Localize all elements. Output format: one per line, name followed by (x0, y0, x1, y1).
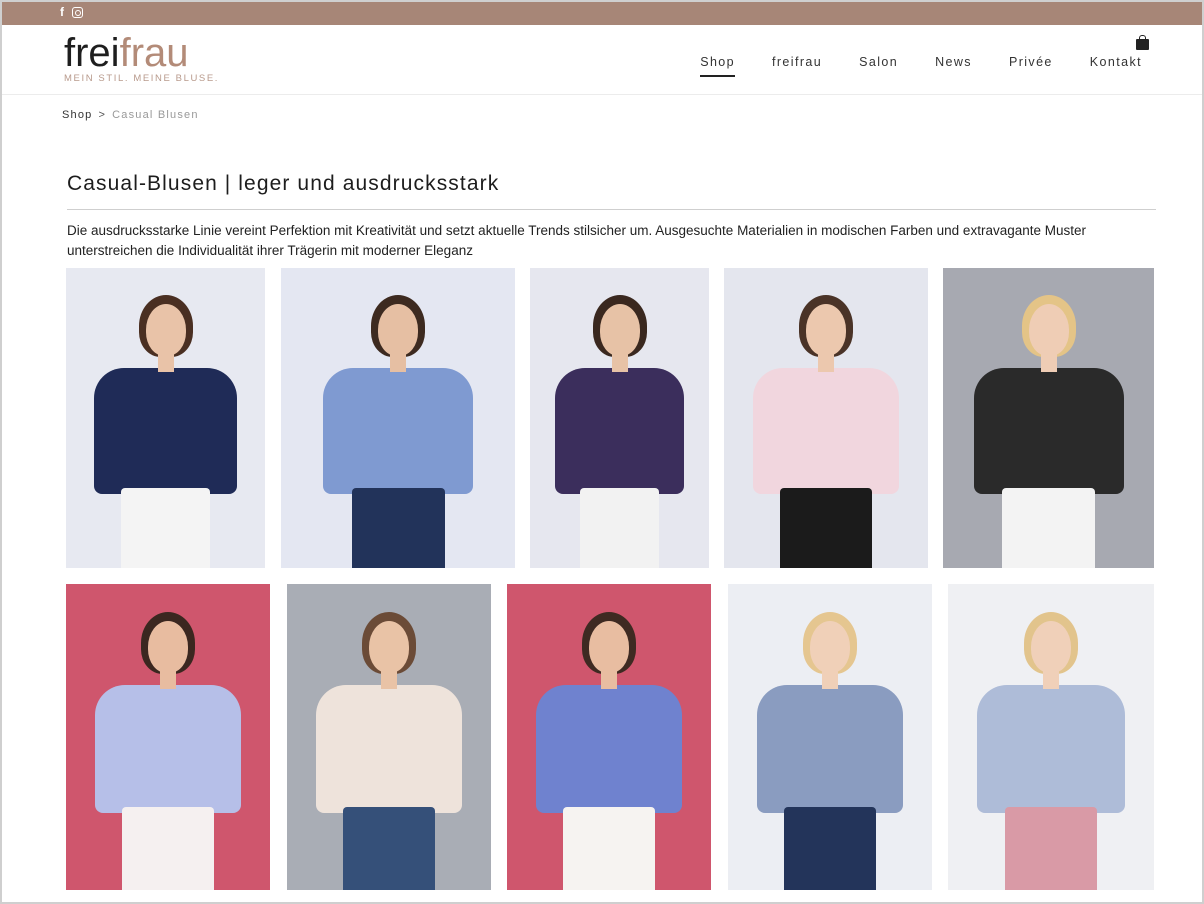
model-head (1031, 620, 1071, 673)
model-blouse (323, 368, 473, 494)
model-head (589, 620, 629, 673)
top-bar: f (2, 2, 1202, 25)
product-image-3[interactable] (530, 268, 709, 568)
model-trousers (563, 807, 655, 890)
model-head (599, 304, 640, 356)
model-trousers (121, 488, 210, 568)
model-trousers (579, 488, 660, 568)
product-image-1[interactable] (66, 268, 265, 568)
model-blouse (973, 368, 1124, 494)
page-intro: Die ausdrucksstarke Linie vereint Perfek… (67, 223, 1086, 258)
product-image-5[interactable] (943, 268, 1154, 568)
model-head (1028, 304, 1069, 356)
nav-item-privee[interactable]: Privée (1009, 55, 1053, 77)
facebook-icon[interactable]: f (60, 5, 64, 19)
model-blouse (555, 368, 684, 494)
model-blouse (93, 368, 238, 494)
model-trousers (780, 488, 872, 568)
model-trousers (1002, 488, 1095, 568)
page-title: Casual-Blusen | leger und ausdrucksstark (67, 172, 500, 195)
title-divider (67, 209, 1156, 210)
logo-tagline: MEIN STIL. MEINE BLUSE. (64, 73, 220, 84)
logo-part2: frau (119, 31, 189, 75)
nav-item-kontakt[interactable]: Kontakt (1090, 55, 1142, 77)
breadcrumb-shop-link[interactable]: Shop (62, 109, 93, 121)
instagram-icon[interactable] (72, 7, 83, 18)
breadcrumb-separator: > (98, 109, 107, 121)
model-trousers (1005, 807, 1097, 890)
breadcrumb-current: Casual Blusen (112, 109, 199, 121)
product-image-4[interactable] (724, 268, 928, 568)
model-blouse (976, 684, 1126, 814)
model-head (810, 620, 850, 673)
model-blouse (94, 684, 242, 814)
model-blouse (752, 368, 900, 494)
model-head (145, 304, 186, 356)
site-header: freifrau MEIN STIL. MEINE BLUSE. Shop fr… (2, 25, 1202, 95)
cart-icon[interactable] (1136, 35, 1149, 50)
product-image-9[interactable] (728, 584, 932, 890)
model-head (378, 304, 418, 356)
product-image-8[interactable] (507, 584, 711, 890)
browser-frame: f freifrau MEIN STIL. MEINE BLUSE. Shop … (0, 0, 1204, 904)
social-links: f (60, 5, 83, 19)
model-head (806, 304, 846, 356)
model-blouse (315, 684, 463, 814)
nav-item-freifrau[interactable]: freifrau (772, 55, 822, 77)
product-image-6[interactable] (66, 584, 270, 890)
model-trousers (122, 807, 214, 890)
logo-part1: frei (64, 31, 120, 75)
nav-item-shop[interactable]: Shop (700, 55, 735, 77)
logo-wordmark: freifrau (64, 33, 219, 73)
model-trousers (343, 807, 435, 890)
main-nav: Shop freifrau Salon News Privée Kontakt (700, 55, 1142, 77)
model-trousers (351, 488, 445, 568)
nav-item-salon[interactable]: Salon (859, 55, 898, 77)
model-head (369, 620, 409, 673)
model-blouse (756, 684, 904, 814)
model-head (148, 620, 188, 673)
product-image-10[interactable] (948, 584, 1154, 890)
nav-item-news[interactable]: News (935, 55, 972, 77)
product-image-2[interactable] (281, 268, 515, 568)
product-image-7[interactable] (287, 584, 491, 890)
model-blouse (535, 684, 683, 814)
logo[interactable]: freifrau MEIN STIL. MEINE BLUSE. (64, 33, 219, 84)
breadcrumb: Shop > Casual Blusen (62, 109, 199, 121)
model-trousers (784, 807, 876, 890)
